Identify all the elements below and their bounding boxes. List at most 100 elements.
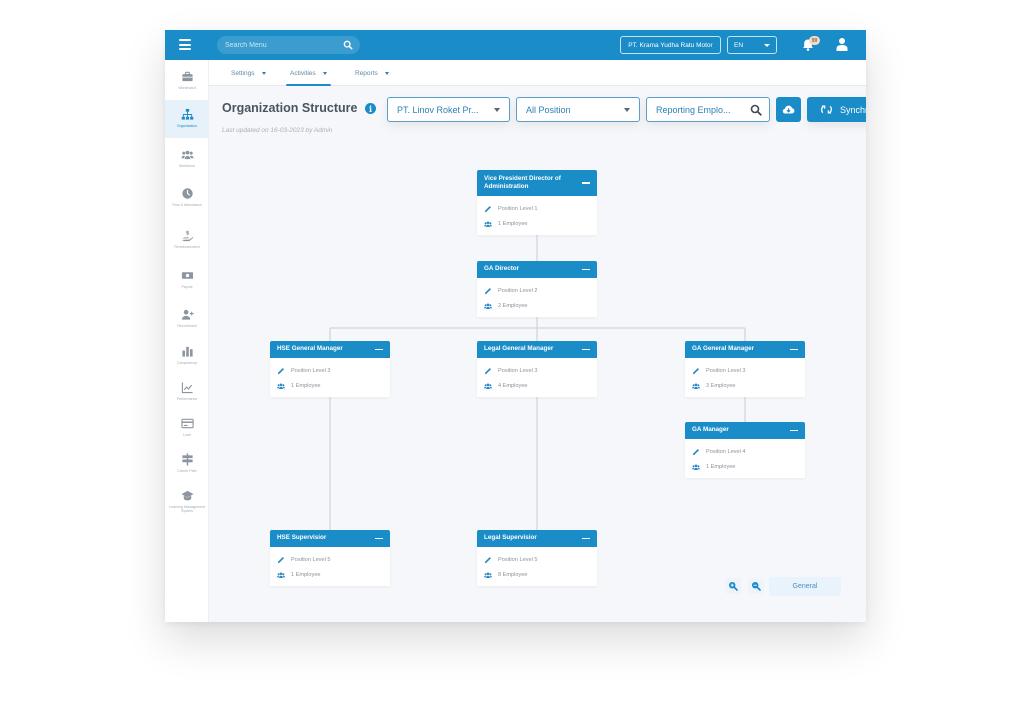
sidebar-item-label: Performance (176, 397, 198, 401)
company-filter-select[interactable]: PT. Linov Roket Pr... (387, 97, 510, 122)
pencil-icon (484, 287, 491, 294)
search-menu-field[interactable] (217, 36, 360, 54)
org-node-ga-director[interactable]: GA Director Position Level 2 2 Employee (477, 261, 597, 317)
page-title: Organization Structure (222, 101, 358, 115)
collapse-icon[interactable] (582, 182, 590, 184)
sidebar-item-label: Reimbursement (174, 245, 200, 249)
node-employees: 4 Employee (498, 382, 528, 389)
last-updated-text: Last updated on 16-03-2023 by Admin (222, 127, 333, 134)
position-filter-select[interactable]: All Position (516, 97, 640, 122)
sync-icon (821, 105, 832, 114)
select-value: PT. Linov Roket Pr... (397, 104, 479, 115)
sidebar-item-label: Loan (183, 433, 191, 437)
employee-search-placeholder: Reporting Emplo... (656, 104, 731, 115)
collapse-icon[interactable] (582, 537, 590, 540)
collapse-icon[interactable] (582, 268, 590, 271)
top-bar: PT. Krama Yudha Ratu Motor EN 99 (165, 30, 866, 60)
node-employees: 1 Employee (291, 571, 321, 578)
zoom-out-button[interactable] (748, 578, 764, 594)
search-icon[interactable] (343, 40, 353, 50)
sidebar-item-label: Career Path (177, 469, 197, 473)
view-mode-button[interactable]: General (769, 577, 841, 596)
users-icon (692, 464, 700, 470)
sidebar-item-workforce[interactable]: Workforce (165, 144, 209, 176)
sidebar-item-career-path[interactable]: Career Path (165, 450, 209, 482)
pencil-icon (277, 367, 284, 374)
node-title: Legal General Manager (484, 345, 554, 353)
node-employees: 1 Employee (498, 220, 528, 227)
pencil-icon (484, 367, 491, 374)
tab-reports[interactable]: Reports (355, 60, 389, 86)
language-value: EN (734, 41, 744, 49)
node-employees: 2 Employee (498, 302, 528, 309)
tab-label: Reports (355, 69, 378, 77)
sidebar-item-organization[interactable]: Organization (165, 100, 209, 138)
sidebar-item-payroll[interactable]: Payroll (165, 266, 209, 298)
collapse-icon[interactable] (375, 348, 383, 351)
zoom-out-icon (752, 582, 761, 591)
node-title: HSE General Manager (277, 345, 343, 353)
sidebar-item-loan[interactable]: Loan (165, 414, 209, 446)
graduation-cap-icon (180, 490, 194, 501)
download-button[interactable] (776, 97, 801, 122)
node-employees: 8 Employee (498, 571, 528, 578)
sidebar-item-label: Recruitment (177, 324, 197, 328)
tab-label: Settings (231, 69, 255, 77)
node-employees: 1 Employee (291, 382, 321, 389)
sidebar-item-label: Workboard (178, 86, 196, 90)
collapse-icon[interactable] (582, 348, 590, 351)
node-title: Vice President Director of Administratio… (484, 174, 561, 191)
org-node-vp-director[interactable]: Vice President Director of Administratio… (477, 170, 597, 235)
pencil-icon (277, 556, 284, 563)
node-level: Position Level 4 (706, 448, 746, 455)
company-selector[interactable]: PT. Krama Yudha Ratu Motor (620, 36, 721, 54)
users-icon (484, 572, 492, 578)
search-menu-input[interactable] (225, 41, 335, 49)
language-selector[interactable]: EN (727, 36, 777, 54)
user-icon[interactable] (835, 37, 849, 52)
sidebar-item-performance[interactable]: Performance (165, 378, 209, 410)
node-employees: 3 Employee (706, 382, 736, 389)
search-icon[interactable] (750, 104, 762, 116)
users-icon (692, 383, 700, 389)
tab-settings[interactable]: Settings (231, 60, 266, 86)
info-icon[interactable]: i (365, 103, 376, 114)
sub-navigation: Settings Activities Reports (209, 60, 866, 86)
sidebar-item-label: Time & Attendance (171, 203, 203, 207)
briefcase-icon (181, 71, 193, 82)
node-level: Position Level 3 (498, 367, 538, 374)
sidebar-item-competency[interactable]: Competency (165, 342, 209, 374)
sidebar-item-label: Learning Management System (169, 505, 205, 514)
notification-badge: 99 (809, 36, 820, 45)
signpost-icon (181, 453, 193, 466)
sidebar-item-recruitment[interactable]: Recruitment (165, 305, 209, 337)
sidebar-item-learning-management[interactable]: Learning Management System (165, 486, 209, 526)
node-title: Legal Supervisior (484, 534, 537, 542)
sidebar-item-time-attendance[interactable]: Time & Attendance (165, 184, 209, 220)
zoom-in-button[interactable] (725, 578, 741, 594)
employee-search-field[interactable]: Reporting Emplo... (646, 97, 770, 122)
collapse-icon[interactable] (790, 429, 798, 432)
collapse-icon[interactable] (375, 537, 383, 540)
users-icon (180, 150, 194, 160)
chevron-down-icon (494, 108, 500, 112)
pencil-icon (692, 367, 699, 374)
clock-icon (181, 188, 193, 199)
sidebar-item-reimbursement[interactable]: $ Reimbursement (165, 226, 209, 258)
synchronization-button[interactable]: Synchronization (807, 97, 866, 122)
org-node-legal-supervisor[interactable]: Legal Supervisior Position Level 5 8 Emp… (477, 530, 597, 586)
chevron-down-icon (384, 71, 389, 75)
card-icon (180, 418, 194, 429)
node-title: GA Director (484, 265, 520, 273)
chevron-down-icon (764, 44, 770, 47)
org-node-legal-general-manager[interactable]: Legal General Manager Position Level 3 4… (477, 341, 597, 397)
org-node-hse-supervisor[interactable]: HSE Supervisior Position Level 5 1 Emplo… (270, 530, 390, 586)
org-node-ga-general-manager[interactable]: GA General Manager Position Level 3 3 Em… (685, 341, 805, 397)
tab-activities[interactable]: Activities (286, 60, 331, 86)
org-node-ga-manager[interactable]: GA Manager Position Level 4 1 Employee (685, 422, 805, 478)
collapse-icon[interactable] (790, 348, 798, 351)
node-level: Position Level 2 (498, 287, 538, 294)
org-node-hse-general-manager[interactable]: HSE General Manager Position Level 3 1 E… (270, 341, 390, 397)
menu-icon[interactable] (179, 39, 191, 50)
sidebar-item-workboard[interactable]: Workboard (165, 66, 209, 96)
